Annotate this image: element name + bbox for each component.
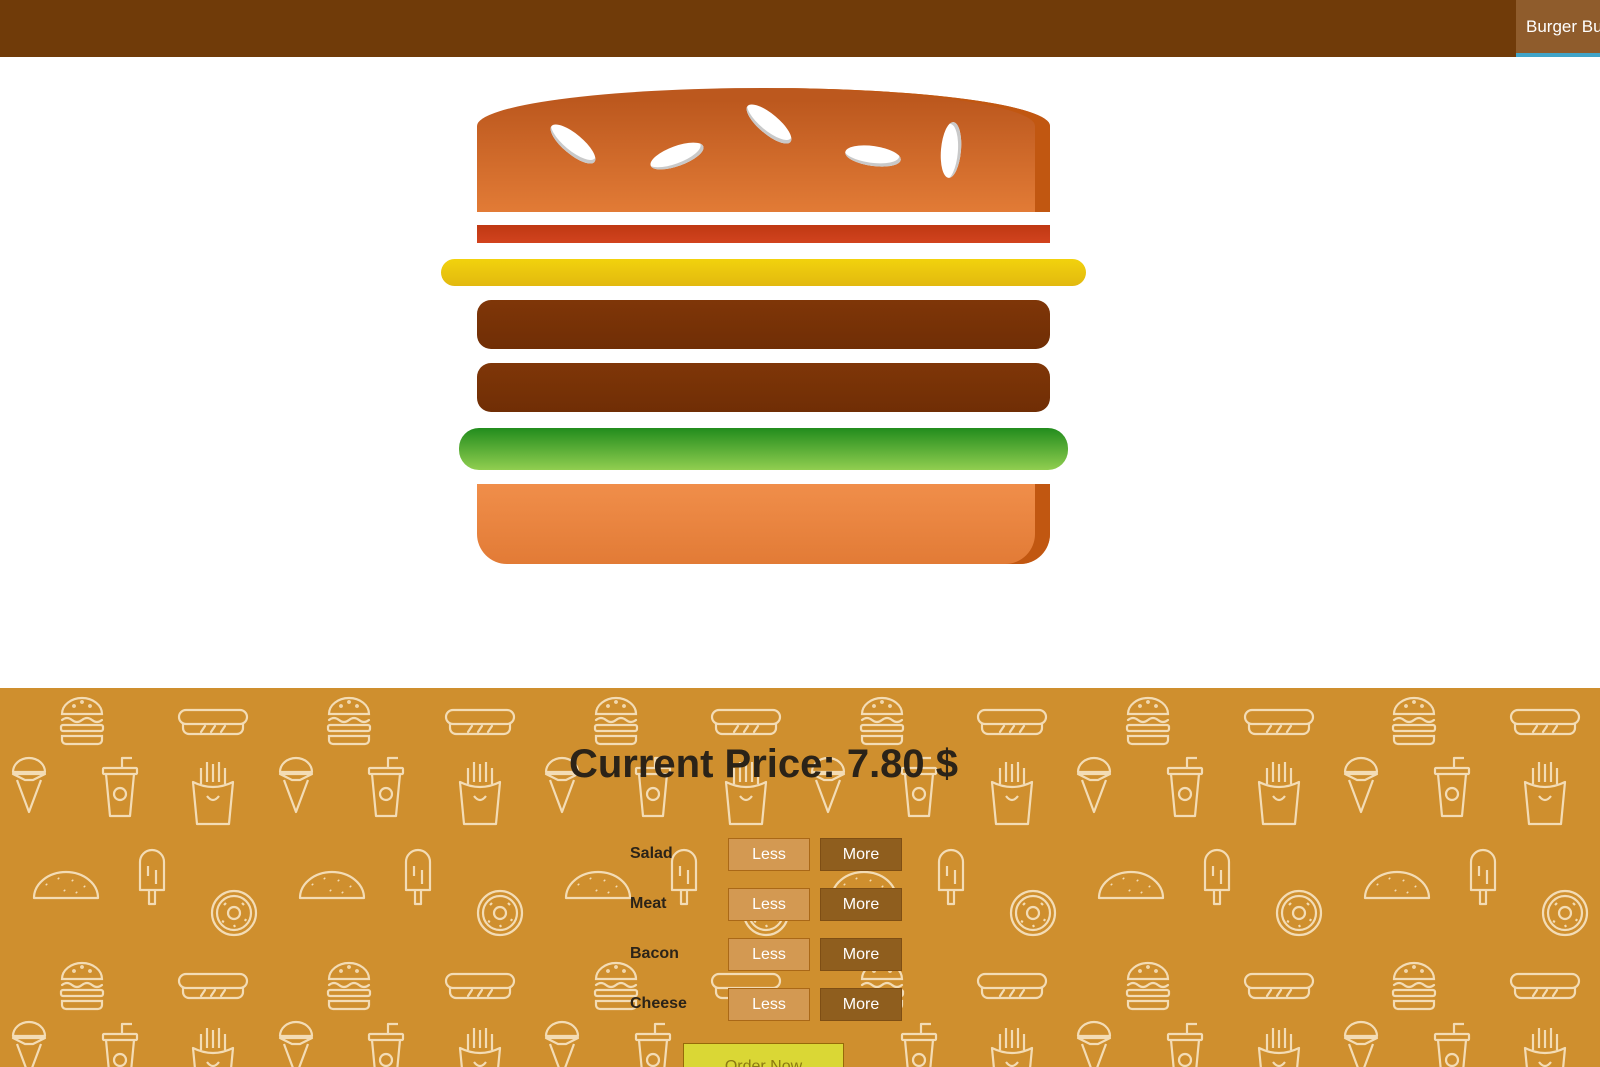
ingredient-label: Salad — [630, 845, 673, 862]
more-salad-button[interactable]: More — [820, 838, 902, 871]
nav-item-burger-builder[interactable]: Burger Builder — [1516, 0, 1600, 57]
burger-preview — [0, 57, 1600, 688]
bacon-layer — [477, 225, 1050, 243]
sesame-seed — [647, 137, 707, 175]
sesame-seed — [545, 118, 601, 170]
less-meat-button[interactable]: Less — [728, 888, 810, 921]
less-salad-button[interactable]: Less — [728, 838, 810, 871]
salad-layer — [459, 428, 1068, 470]
more-meat-button[interactable]: More — [820, 888, 902, 921]
sesame-seed — [938, 121, 964, 179]
meat-layer — [477, 363, 1050, 412]
ingredient-label: Cheese — [630, 995, 687, 1012]
sesame-seed — [741, 98, 797, 150]
less-cheese-button[interactable]: Less — [728, 988, 810, 1021]
current-price: Current Price: 7.80 $ — [568, 742, 959, 786]
order-now-button[interactable]: Order Now — [683, 1043, 844, 1067]
ingredient-label: Bacon — [630, 945, 679, 962]
meat-layer — [477, 300, 1050, 349]
more-bacon-button[interactable]: More — [820, 938, 902, 971]
toolbar: Burger Builder — [0, 0, 1600, 57]
ingredient-label: Meat — [630, 895, 667, 912]
bread-bottom — [477, 484, 1050, 564]
build-controls: Current Price: 7.80 $ Salad Less More Me… — [0, 688, 1600, 1067]
sesame-seed — [843, 142, 903, 170]
cheese-layer — [441, 259, 1086, 286]
more-cheese-button[interactable]: More — [820, 988, 902, 1021]
less-bacon-button[interactable]: Less — [728, 938, 810, 971]
bread-top — [477, 88, 1050, 212]
popsicle-icon — [138, 848, 1497, 906]
